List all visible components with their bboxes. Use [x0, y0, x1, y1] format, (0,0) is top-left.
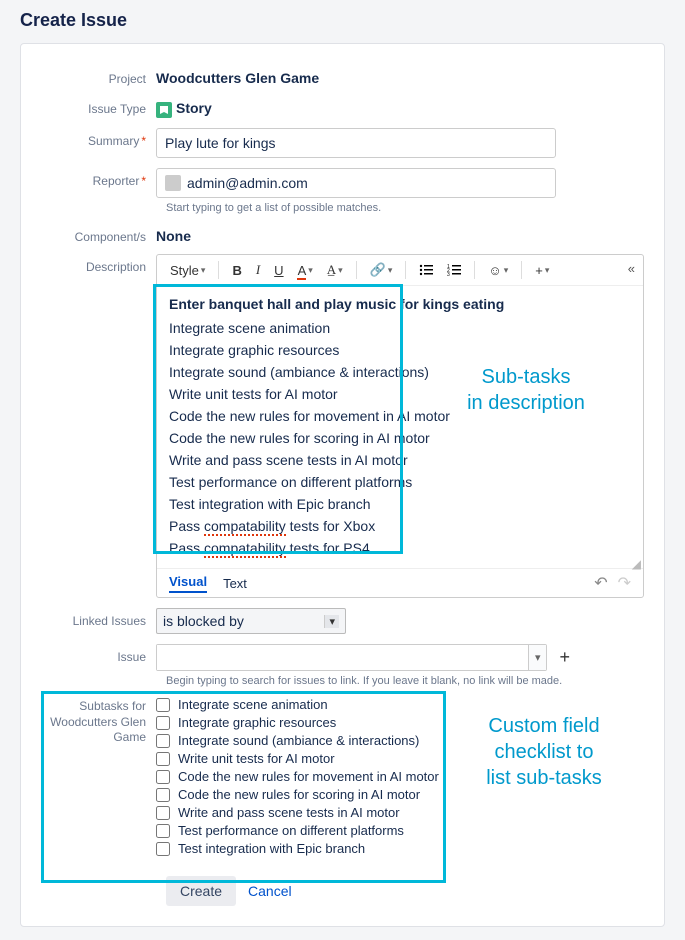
- editor-line: Code the new rules for scoring in AI mot…: [169, 430, 631, 446]
- redo-button[interactable]: ↷: [618, 573, 631, 593]
- checklist-label: Integrate graphic resources: [178, 715, 336, 730]
- checklist-item[interactable]: Integrate sound (ambiance & interactions…: [156, 733, 439, 748]
- rich-text-editor: Style▾ B I U A▾ A̲▾ 🔗▾: [156, 254, 644, 598]
- checklist-item[interactable]: Code the new rules for movement in AI mo…: [156, 769, 439, 784]
- issue-link-input[interactable]: [157, 645, 528, 670]
- link-button[interactable]: 🔗▾: [365, 259, 398, 281]
- checklist-checkbox[interactable]: [156, 716, 170, 730]
- editor-line: Pass compatability tests for PS4: [169, 540, 631, 556]
- style-dropdown[interactable]: Style▾: [165, 260, 210, 281]
- checklist-checkbox[interactable]: [156, 698, 170, 712]
- checklist-label: Write and pass scene tests in AI motor: [178, 805, 400, 820]
- field-label-issue: Issue: [41, 644, 156, 664]
- checklist-label: Test performance on different platforms: [178, 823, 404, 838]
- field-label-linked-issues: Linked Issues: [41, 608, 156, 628]
- checklist-item[interactable]: Write unit tests for AI motor: [156, 751, 439, 766]
- issue-help: Begin typing to search for issues to lin…: [166, 675, 644, 687]
- checklist-label: Integrate scene animation: [178, 697, 328, 712]
- field-label-project: Project: [41, 66, 156, 86]
- field-label-reporter: Reporter*: [41, 168, 156, 188]
- checklist-item[interactable]: Write and pass scene tests in AI motor: [156, 805, 439, 820]
- checklist-item[interactable]: Test integration with Epic branch: [156, 841, 439, 856]
- editor-line: Test integration with Epic branch: [169, 496, 631, 512]
- field-linked-issues: Linked Issues is blocked by ▾: [41, 608, 644, 634]
- editor-line: Integrate scene animation: [169, 320, 631, 336]
- checklist-label: Test integration with Epic branch: [178, 841, 365, 856]
- checklist-item[interactable]: Code the new rules for scoring in AI mot…: [156, 787, 439, 802]
- collapse-toolbar-button[interactable]: «: [628, 261, 635, 276]
- emoji-button[interactable]: ☺▾: [483, 260, 513, 281]
- components-value: None: [156, 224, 644, 244]
- field-subtasks-checklist: Subtasks for Woodcutters Glen Game Integ…: [41, 693, 644, 856]
- checklist-checkbox[interactable]: [156, 824, 170, 838]
- editor-line: Write unit tests for AI motor: [169, 386, 631, 402]
- tab-text[interactable]: Text: [223, 576, 247, 591]
- italic-button[interactable]: I: [251, 259, 265, 281]
- editor-line: Pass compatability tests for Xbox: [169, 518, 631, 534]
- tab-visual[interactable]: Visual: [169, 574, 207, 593]
- field-label-components: Component/s: [41, 224, 156, 244]
- create-button[interactable]: Create: [166, 876, 236, 906]
- modal-footer: Create Cancel: [166, 876, 644, 906]
- underline-button[interactable]: U: [269, 260, 288, 281]
- field-project: Project Woodcutters Glen Game: [41, 66, 644, 86]
- summary-input[interactable]: [156, 128, 556, 158]
- insert-button[interactable]: +▾: [530, 260, 554, 281]
- editor-tabs: Visual Text ↶ ↷: [157, 568, 643, 597]
- field-label-description: Description: [41, 254, 156, 274]
- checklist-label: Code the new rules for movement in AI mo…: [178, 769, 439, 784]
- checklist-checkbox[interactable]: [156, 752, 170, 766]
- field-label-subtasks: Subtasks for Woodcutters Glen Game: [41, 693, 156, 856]
- editor-line: Test performance on different platforms: [169, 474, 631, 490]
- checklist-label: Write unit tests for AI motor: [178, 751, 335, 766]
- bold-button[interactable]: B: [227, 260, 246, 281]
- checklist-label: Code the new rules for scoring in AI mot…: [178, 787, 420, 802]
- field-components: Component/s None: [41, 224, 644, 244]
- editor-line: Integrate sound (ambiance & interactions…: [169, 364, 631, 380]
- field-summary: Summary*: [41, 128, 644, 158]
- issue-type-value: Story: [156, 96, 644, 118]
- editor-line: Code the new rules for movement in AI mo…: [169, 408, 631, 424]
- numbered-list-button[interactable]: 123: [442, 261, 466, 279]
- editor-content[interactable]: Enter banquet hall and play music for ki…: [157, 286, 643, 568]
- checklist-checkbox[interactable]: [156, 770, 170, 784]
- story-icon: [156, 102, 172, 118]
- editor-toolbar: Style▾ B I U A▾ A̲▾ 🔗▾: [157, 255, 643, 286]
- dropdown-arrow-icon: ▾: [324, 615, 339, 628]
- checklist-item[interactable]: Test performance on different platforms: [156, 823, 439, 838]
- subtasks-checklist: Integrate scene animation Integrate graph…: [156, 693, 439, 856]
- undo-button[interactable]: ↶: [594, 573, 607, 593]
- page-title: Create Issue: [0, 0, 685, 43]
- checklist-checkbox[interactable]: [156, 788, 170, 802]
- annotation-label-checklist: Custom fieldchecklist tolist sub-tasks: [464, 713, 624, 791]
- more-text-button[interactable]: A̲▾: [322, 259, 348, 281]
- project-value: Woodcutters Glen Game: [156, 66, 644, 86]
- text-color-button[interactable]: A▾: [293, 260, 318, 281]
- editor-line: Integrate graphic resources: [169, 342, 631, 358]
- field-reporter: Reporter* admin@admin.com: [41, 168, 644, 198]
- checklist-item[interactable]: Integrate scene animation: [156, 697, 439, 712]
- create-issue-modal: Project Woodcutters Glen Game Issue Type…: [20, 43, 665, 927]
- reporter-help: Start typing to get a list of possible m…: [166, 202, 644, 214]
- bullet-list-button[interactable]: [414, 261, 438, 279]
- field-label-issue-type: Issue Type: [41, 96, 156, 116]
- checklist-label: Integrate sound (ambiance & interactions…: [178, 733, 419, 748]
- field-label-summary: Summary*: [41, 128, 156, 148]
- svg-text:3: 3: [447, 272, 450, 276]
- checklist-checkbox[interactable]: [156, 806, 170, 820]
- field-description: Description Style▾ B I U A▾ A̲▾ 🔗▾: [41, 254, 644, 598]
- add-issue-link-button[interactable]: +: [553, 644, 576, 671]
- field-issue-type: Issue Type Story: [41, 96, 644, 118]
- issue-link-dropdown[interactable]: ▾: [528, 645, 547, 670]
- reporter-input[interactable]: admin@admin.com: [156, 168, 556, 198]
- cancel-button[interactable]: Cancel: [248, 883, 292, 899]
- link-type-select[interactable]: is blocked by ▾: [156, 608, 346, 634]
- avatar-icon: [165, 175, 181, 191]
- checklist-checkbox[interactable]: [156, 734, 170, 748]
- checklist-item[interactable]: Integrate graphic resources: [156, 715, 439, 730]
- editor-heading: Enter banquet hall and play music for ki…: [169, 296, 631, 312]
- checklist-checkbox[interactable]: [156, 842, 170, 856]
- editor-line: Write and pass scene tests in AI motor: [169, 452, 631, 468]
- field-issue: Issue ▾ +: [41, 644, 644, 671]
